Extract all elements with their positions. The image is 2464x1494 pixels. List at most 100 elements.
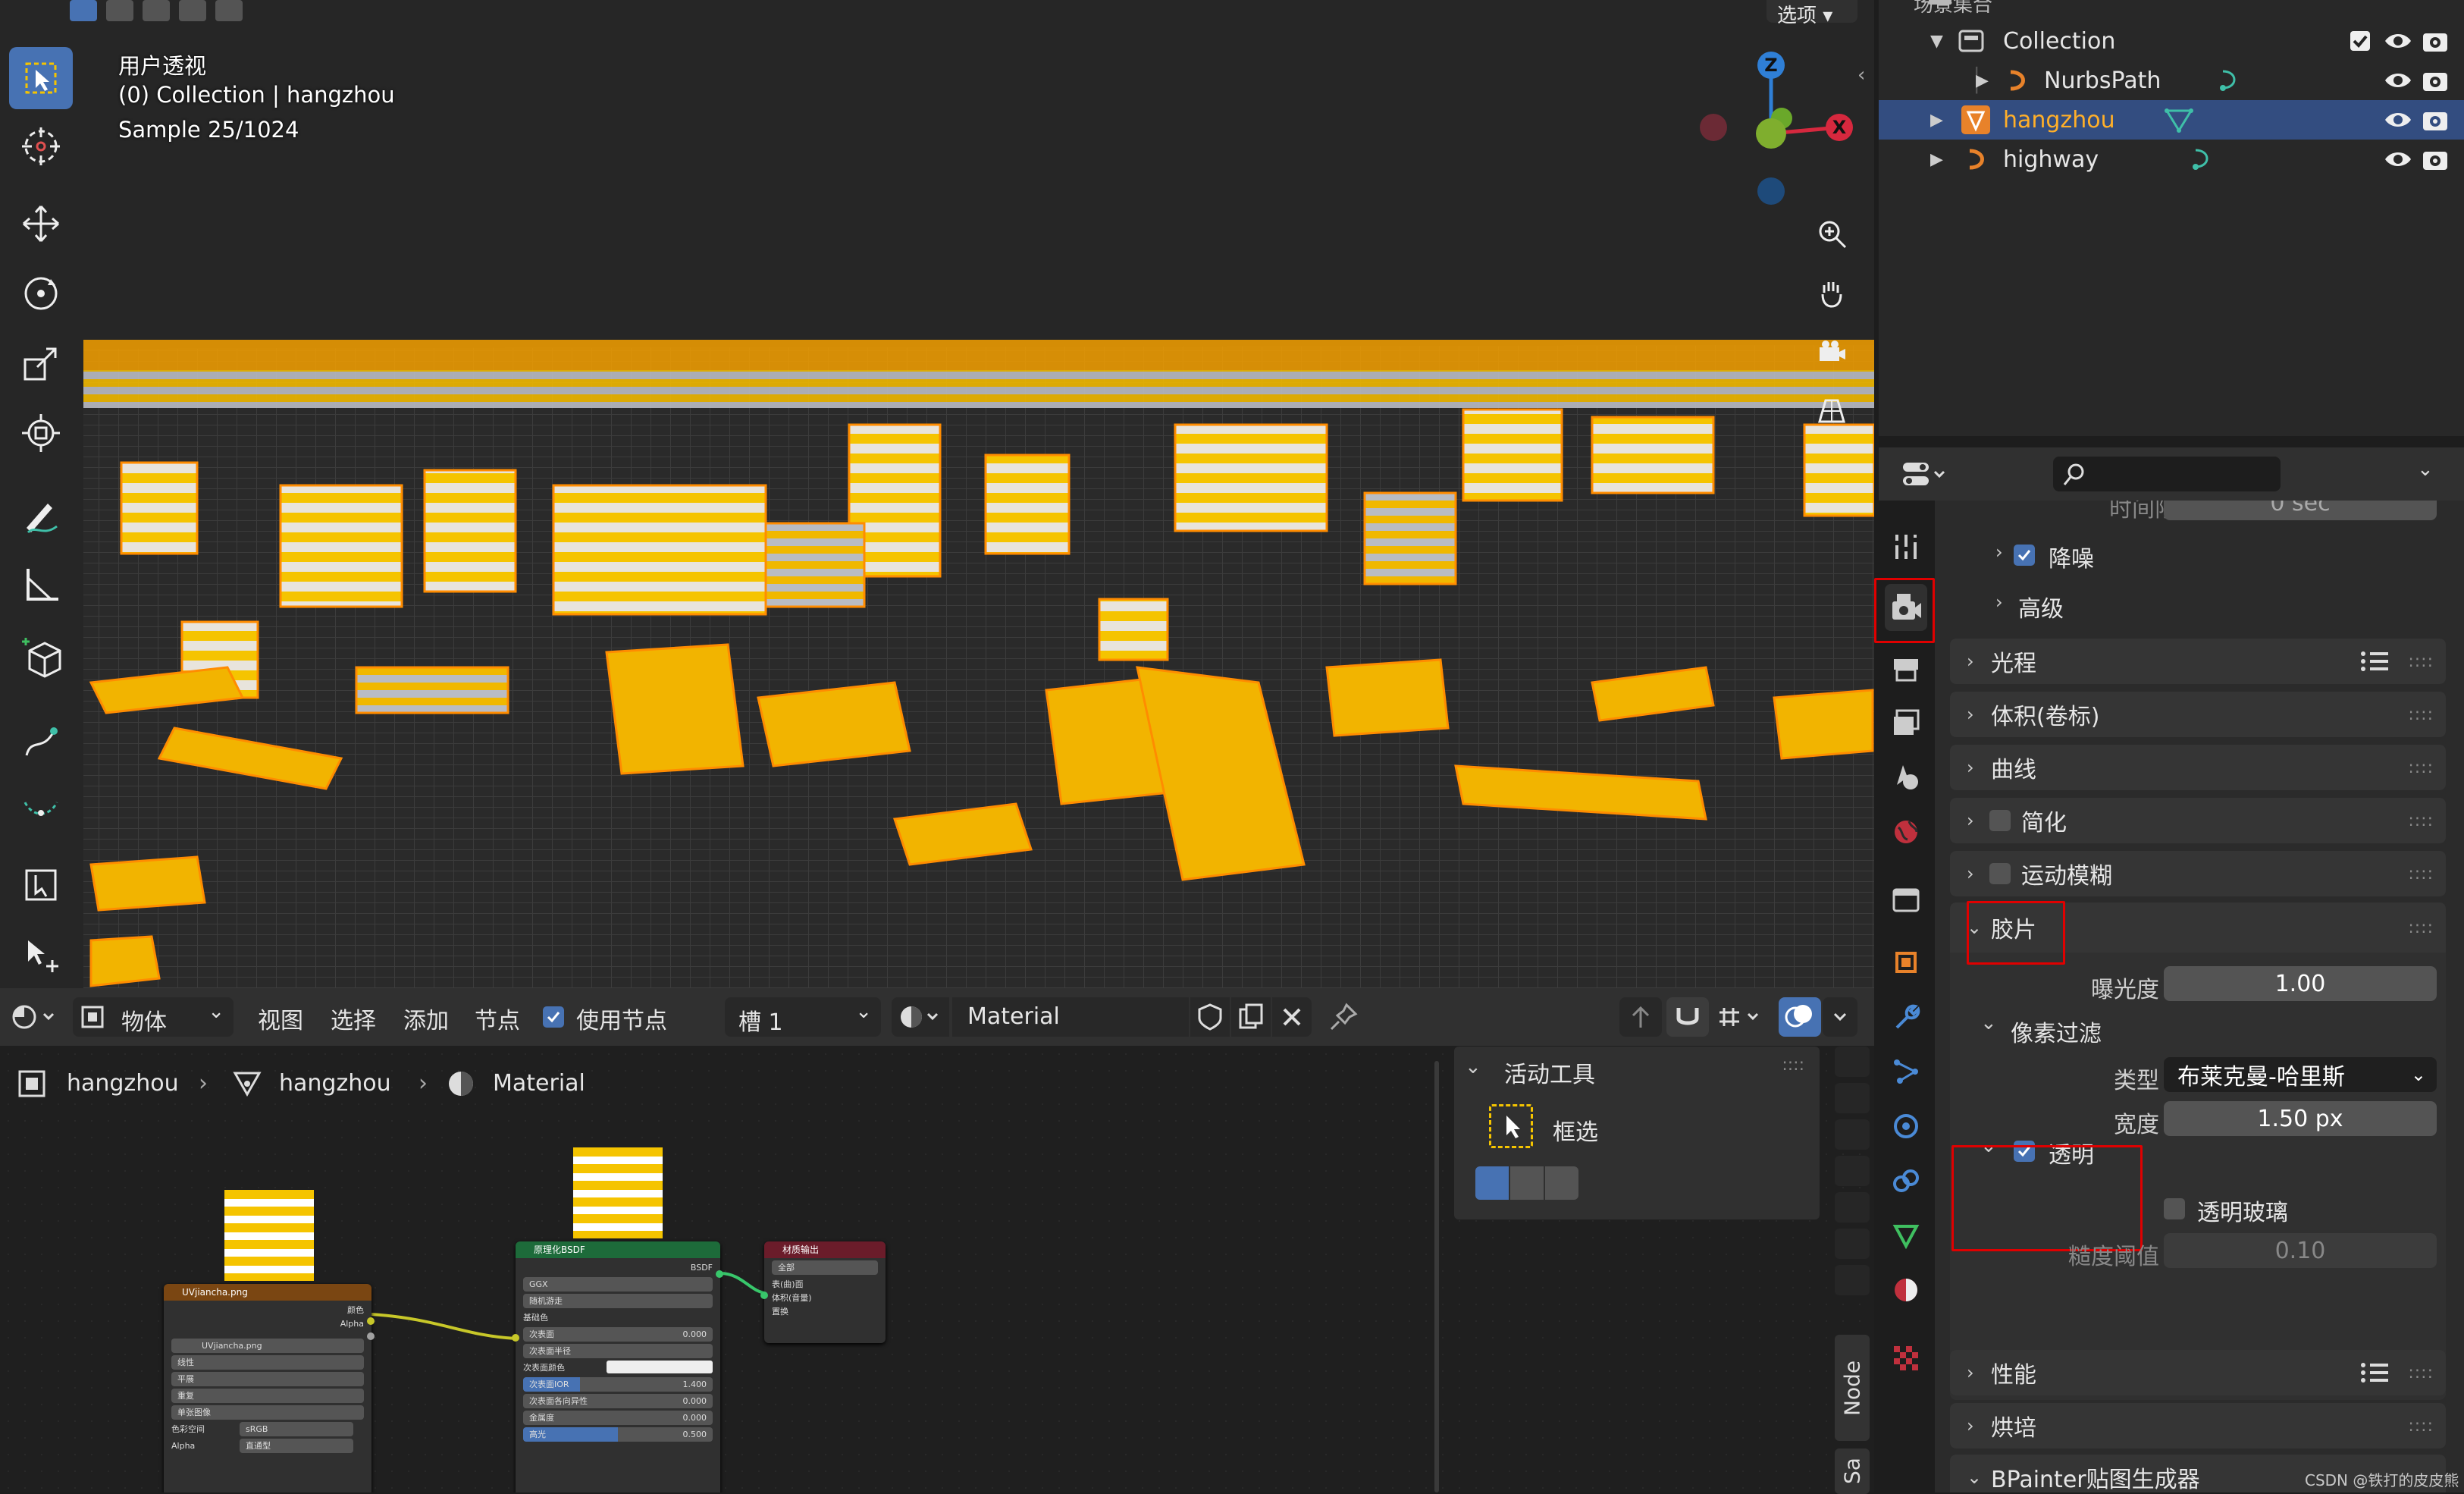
scene-tab-icon[interactable] (1885, 754, 1927, 801)
drag-handle-icon[interactable]: :::: (2408, 1417, 2434, 1436)
material-tab-icon[interactable] (1885, 1266, 1927, 1314)
exposure-field[interactable]: 1.00 (2164, 966, 2437, 1001)
rotate-tool-icon[interactable] (9, 262, 73, 325)
overlays-icon[interactable] (1779, 997, 1821, 1037)
socket-color-out[interactable] (367, 1317, 375, 1325)
simplify-checkbox[interactable] (1989, 810, 2011, 831)
transparent-glass-checkbox[interactable] (2164, 1198, 2185, 1219)
render-camera-icon[interactable] (2422, 147, 2449, 171)
annotate-tool-icon[interactable] (9, 484, 73, 546)
material-browse-icon[interactable] (892, 997, 949, 1037)
visibility-eye-icon[interactable] (2384, 30, 2412, 52)
sidebar-tab-blank[interactable] (1835, 1047, 1870, 1077)
options-dropdown[interactable]: 选项 ▾ (1766, 0, 1857, 27)
subsurface-method-dropdown[interactable]: 随机游走 (523, 1294, 713, 1308)
visibility-eye-icon[interactable] (2384, 148, 2412, 171)
chevron-right-icon[interactable]: › (1995, 541, 2003, 563)
physics-tab-icon[interactable] (1885, 1103, 1927, 1150)
panel-performance[interactable]: › 性能 :::: (1950, 1350, 2446, 1395)
alpha-dropdown[interactable]: 直通型 (240, 1439, 353, 1453)
include-checkbox-icon[interactable] (2349, 30, 2372, 52)
drag-handle-icon[interactable]: :::: (2408, 652, 2434, 671)
material-name-field[interactable]: Material (952, 997, 1189, 1037)
select-mode-invert-icon[interactable] (179, 0, 206, 21)
socket-bsdf-out[interactable] (716, 1270, 723, 1278)
subsurface-radius-dropdown[interactable]: 次表面半径 (523, 1344, 713, 1358)
add-cube-tool-icon[interactable] (9, 628, 73, 690)
list-icon[interactable] (2359, 1361, 2390, 1385)
panel-simplify[interactable]: › 简化 :::: (1950, 798, 2446, 843)
tilt-tool-icon[interactable] (9, 854, 73, 916)
image-name-field[interactable]: UVjiancha.png (171, 1339, 364, 1353)
outliner-row-highway[interactable]: ▶ highway (1879, 140, 2464, 179)
chevron-right-icon[interactable]: › (1995, 592, 2003, 613)
panel-motion-blur[interactable]: › 运动模糊 :::: (1950, 851, 2446, 896)
zoom-icon[interactable] (1807, 209, 1856, 258)
material-slot-dropdown[interactable]: 槽 1 ⌄ (725, 997, 881, 1037)
outliner-row-hangzhou[interactable]: ▶ hangzhou (1879, 100, 2464, 140)
denoise-checkbox[interactable] (2014, 545, 2035, 566)
drag-handle-icon[interactable]: :::: (2408, 758, 2434, 777)
target-dropdown[interactable]: 全部 (772, 1260, 878, 1275)
interpolation-dropdown[interactable]: 线性 (171, 1355, 364, 1370)
expand-arrow-icon[interactable]: ▼ (1930, 32, 1943, 51)
extension-dropdown[interactable]: 重复 (171, 1389, 364, 1403)
cursor-move-tool-icon[interactable] (9, 924, 73, 986)
curve-pen-tool-icon[interactable] (9, 777, 73, 839)
select-mode-subtract-icon[interactable] (143, 0, 170, 21)
measure-tool-icon[interactable] (9, 554, 73, 616)
select-mode-new-icon[interactable] (70, 0, 97, 21)
select-mode-intersect-icon[interactable] (215, 0, 243, 21)
render-camera-icon[interactable] (2422, 68, 2449, 93)
visibility-eye-icon[interactable] (2384, 108, 2412, 131)
projection-dropdown[interactable]: 平展 (171, 1372, 364, 1386)
subsurface-color-swatch[interactable] (607, 1361, 713, 1373)
roughness-threshold-field[interactable]: 0.10 (2164, 1233, 2437, 1268)
scale-tool-icon[interactable] (9, 332, 73, 394)
distribution-dropdown[interactable]: GGX (523, 1277, 713, 1292)
outliner-row-nurbspath[interactable]: │ ▶ NurbsPath (1879, 61, 2464, 100)
fake-user-shield-icon[interactable] (1190, 997, 1230, 1037)
select-mode-extend-icon[interactable] (106, 0, 133, 21)
collection-tab-icon[interactable] (1885, 877, 1927, 924)
parent-node-tree-icon[interactable] (1619, 997, 1662, 1037)
particles-tab-icon[interactable] (1885, 1048, 1927, 1095)
sidebar-tab-blank[interactable] (1835, 1265, 1870, 1295)
editor-type-icon[interactable] (1900, 458, 1950, 491)
panel-volumes[interactable]: › 体积(卷标) :::: (1950, 692, 2446, 737)
render-camera-icon[interactable] (2422, 29, 2449, 53)
select-box-tool-icon[interactable] (9, 47, 73, 109)
chevron-down-icon[interactable]: ⌄ (1465, 1056, 1481, 1078)
expand-arrow-icon[interactable]: ▶ (1930, 111, 1943, 130)
menu-select[interactable]: 选择 (331, 1002, 376, 1035)
tool-tab-icon[interactable] (1885, 523, 1927, 570)
constraints-tab-icon[interactable] (1885, 1157, 1927, 1204)
properties-search-input[interactable] (2053, 457, 2281, 491)
sidebar-tab-blank[interactable] (1835, 1192, 1870, 1223)
source-dropdown[interactable]: 单张图像 (171, 1405, 364, 1420)
move-tool-icon[interactable] (9, 193, 73, 255)
panel-light-paths[interactable]: › 光程 :::: (1950, 639, 2446, 684)
time-limit-field[interactable]: 0 sec (2164, 501, 2437, 520)
sidebar-tab-blank[interactable] (1835, 1156, 1870, 1186)
data-tab-icon[interactable] (1885, 1212, 1927, 1259)
navigation-gizmo[interactable]: Z X (1688, 46, 1870, 212)
sidebar-tab-sa[interactable]: Sa (1835, 1448, 1870, 1494)
editor-type-icon[interactable] (6, 999, 61, 1035)
drag-handle-icon[interactable]: :::: (1782, 1056, 1804, 1075)
scrollbar[interactable] (1434, 1061, 1439, 1492)
sidebar-tab-node[interactable]: Node (1835, 1335, 1870, 1441)
pin-icon[interactable] (1324, 997, 1363, 1037)
sidebar-tab-blank[interactable] (1835, 1229, 1870, 1259)
expand-arrow-icon[interactable]: ▶ (1976, 71, 1989, 90)
socket-base-color-in[interactable] (512, 1334, 519, 1342)
image-texture-node[interactable]: UVjiancha.png 颜色 Alpha UVjiancha.png 线性 … (164, 1284, 375, 1492)
panel-bake[interactable]: › 烘培 :::: (1950, 1403, 2446, 1448)
motion-blur-checkbox[interactable] (1989, 863, 2011, 884)
drag-handle-icon[interactable]: :::: (2408, 1364, 2434, 1383)
panel-curves[interactable]: › 曲线 :::: (1950, 745, 2446, 790)
cursor-tool-icon[interactable] (9, 115, 73, 177)
object-tab-icon[interactable] (1885, 939, 1927, 986)
use-nodes-checkbox[interactable] (543, 1006, 564, 1028)
principled-bsdf-node[interactable]: 原理化BSDF BSDF GGX 随机游走 基础色 次表面 0.000 次表面半径… (512, 1241, 723, 1492)
